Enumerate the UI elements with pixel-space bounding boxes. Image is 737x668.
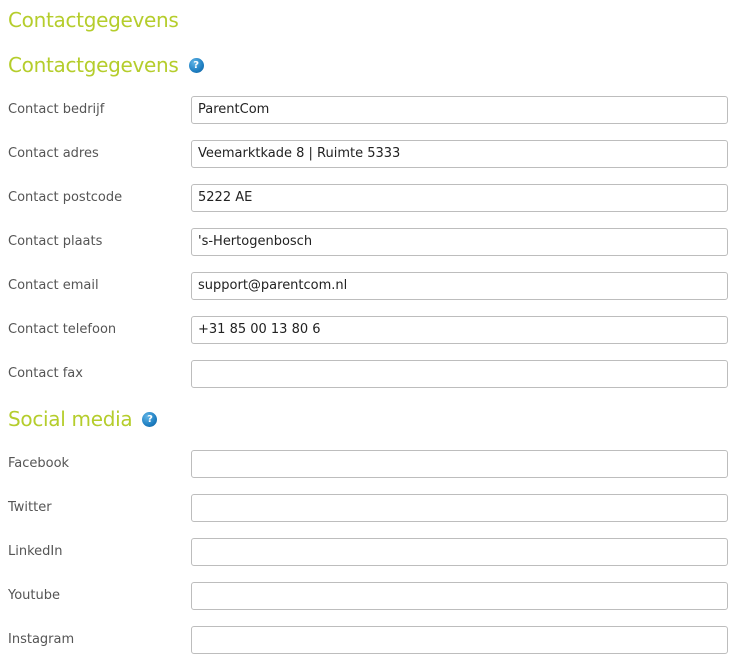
field-label: Contact fax [8,366,83,381]
form-row-contact-plaats: Contact plaats 's-Hertogenbosch [0,228,737,256]
help-icon[interactable]: ? [142,411,158,427]
field-label: Twitter [8,500,52,515]
form-row-twitter: Twitter [0,494,737,522]
form-row-contact-fax: Contact fax [0,360,737,388]
contact-bedrijf-input[interactable]: ParentCom [191,96,728,124]
contact-telefoon-input[interactable]: +31 85 00 13 80 6 [191,316,728,344]
field-label: Contact email [8,278,99,293]
linkedin-input[interactable] [191,538,728,566]
page-title: Contactgegevens [8,8,179,32]
twitter-input[interactable] [191,494,728,522]
field-value: ParentCom [198,102,270,117]
field-label: LinkedIn [8,544,63,559]
contact-email-input[interactable]: support@parentcom.nl [191,272,728,300]
field-label: Instagram [8,632,75,647]
contact-plaats-input[interactable]: 's-Hertogenbosch [191,228,728,256]
form-row-contact-email: Contact email support@parentcom.nl [0,272,737,300]
social-section-title-text: Social media [8,407,133,431]
field-label: Contact plaats [8,234,103,249]
field-label: Youtube [8,588,60,603]
form-row-linkedin: LinkedIn [0,538,737,566]
instagram-input[interactable] [191,626,728,654]
youtube-input[interactable] [191,582,728,610]
social-section-title: Social media ? [8,405,158,433]
field-value: Veemarktkade 8 | Ruimte 5333 [198,146,401,161]
form-row-facebook: Facebook [0,450,737,478]
contact-adres-input[interactable]: Veemarktkade 8 | Ruimte 5333 [191,140,728,168]
form-row-contact-adres: Contact adres Veemarktkade 8 | Ruimte 53… [0,140,737,168]
form-row-youtube: Youtube [0,582,737,610]
field-label: Contact bedrijf [8,102,105,117]
form-row-instagram: Instagram [0,626,737,654]
contact-postcode-input[interactable]: 5222 AE [191,184,728,212]
field-label: Contact adres [8,146,99,161]
field-value: 5222 AE [198,190,253,205]
help-icon[interactable]: ? [188,57,204,73]
field-label: Contact postcode [8,190,123,205]
field-value: +31 85 00 13 80 6 [198,322,321,337]
form-row-contact-postcode: Contact postcode 5222 AE [0,184,737,212]
field-label: Contact telefoon [8,322,117,337]
contact-fax-input[interactable] [191,360,728,388]
field-label: Facebook [8,456,70,471]
form-row-contact-bedrijf: Contact bedrijf ParentCom [0,96,737,124]
contact-section-title-text: Contactgegevens [8,53,179,77]
field-value: 's-Hertogenbosch [198,234,313,249]
facebook-input[interactable] [191,450,728,478]
contact-section-title: Contactgegevens ? [8,51,204,79]
field-value: support@parentcom.nl [198,278,348,293]
form-row-contact-telefoon: Contact telefoon +31 85 00 13 80 6 [0,316,737,344]
